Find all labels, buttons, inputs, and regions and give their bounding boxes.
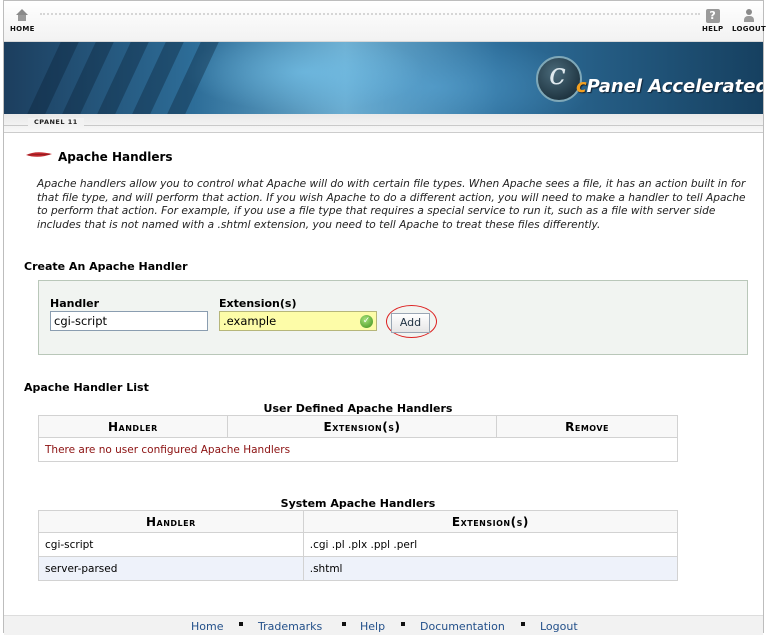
footer-separator (401, 622, 405, 626)
footer-trademarks-link[interactable]: Trademarks (258, 620, 322, 633)
table-row: There are no user configured Apache Hand… (38, 437, 678, 462)
help-nav-label: HELP (702, 25, 724, 33)
help-nav-button[interactable]: ? HELP (702, 9, 723, 33)
logout-nav-button[interactable]: LOGOUT (732, 9, 766, 33)
help-icon: ? (705, 9, 720, 23)
page-title: Apache Handlers (58, 150, 173, 164)
header-banner: cPanel Accelerated (4, 42, 763, 114)
page-frame: HOME ? HELP LOGOUT cPanel Accelerated CP… (3, 0, 766, 635)
breadcrumb-bar: CPANEL 11 (4, 114, 763, 133)
footer-logout-link[interactable]: Logout (540, 620, 578, 633)
table-row: cgi-script .cgi .pl .plx .ppl .perl (38, 532, 679, 557)
footer-separator (521, 622, 525, 626)
top-navigation: HOME ? HELP LOGOUT (4, 1, 766, 42)
handler-input[interactable] (50, 311, 208, 331)
breadcrumb-line (4, 125, 763, 126)
table-header-row: Handler Extension(s) Remove (38, 415, 678, 438)
page-description: Apache handlers allow you to control wha… (37, 178, 746, 231)
logout-nav-label: LOGOUT (732, 25, 767, 33)
cpanel-logo[interactable]: cPanel Accelerated (536, 54, 763, 104)
footer-documentation-link[interactable]: Documentation (420, 620, 505, 633)
footer-help-link[interactable]: Help (360, 620, 385, 633)
user-handlers-caption: User Defined Apache Handlers (263, 402, 453, 415)
extension-cell: .cgi .pl .plx .ppl .perl (302, 532, 679, 557)
valid-check-icon: ✓ (360, 315, 373, 328)
extension-cell: .shtml (302, 556, 679, 581)
col-remove-header: Remove (496, 415, 678, 438)
col-handler-header: Handler (38, 415, 228, 438)
apache-feather-icon (26, 152, 52, 157)
handler-list-heading: Apache Handler List (24, 381, 149, 394)
logout-icon (742, 9, 756, 23)
cpanel-logo-text: cPanel Accelerated (576, 76, 763, 97)
create-handler-form: Handler Extension(s) ✓ Add (38, 280, 748, 355)
home-icon (15, 9, 29, 23)
col-extension-header: Extension(s) (226, 415, 498, 438)
system-handlers-caption: System Apache Handlers (280, 497, 436, 510)
footer-links: Home Trademarks Help Documentation Logou… (4, 615, 763, 635)
handler-cell: server-parsed (38, 556, 304, 581)
home-nav-button[interactable]: HOME (10, 9, 35, 33)
footer-home-link[interactable]: Home (191, 620, 223, 633)
handler-cell: cgi-script (38, 532, 304, 557)
col-extension-header: Extension(s) (302, 510, 679, 533)
empty-list-message: There are no user configured Apache Hand… (38, 437, 678, 462)
extension-label: Extension(s) (219, 297, 297, 310)
handler-label: Handler (50, 297, 99, 310)
create-handler-heading: Create An Apache Handler (24, 260, 188, 273)
top-dotted-divider (40, 13, 700, 17)
home-nav-label: HOME (10, 25, 35, 33)
breadcrumb[interactable]: CPANEL 11 (28, 118, 84, 126)
footer-separator (342, 622, 346, 626)
table-row: server-parsed .shtml (38, 556, 679, 581)
user-handlers-table: Handler Extension(s) Remove There are no… (38, 415, 678, 462)
table-header-row: Handler Extension(s) (38, 510, 679, 533)
col-handler-header: Handler (38, 510, 304, 533)
footer-separator (239, 622, 243, 626)
system-handlers-table: Handler Extension(s) cgi-script .cgi .pl… (38, 510, 679, 581)
add-button[interactable]: Add (391, 313, 430, 333)
extension-input[interactable] (219, 311, 377, 331)
